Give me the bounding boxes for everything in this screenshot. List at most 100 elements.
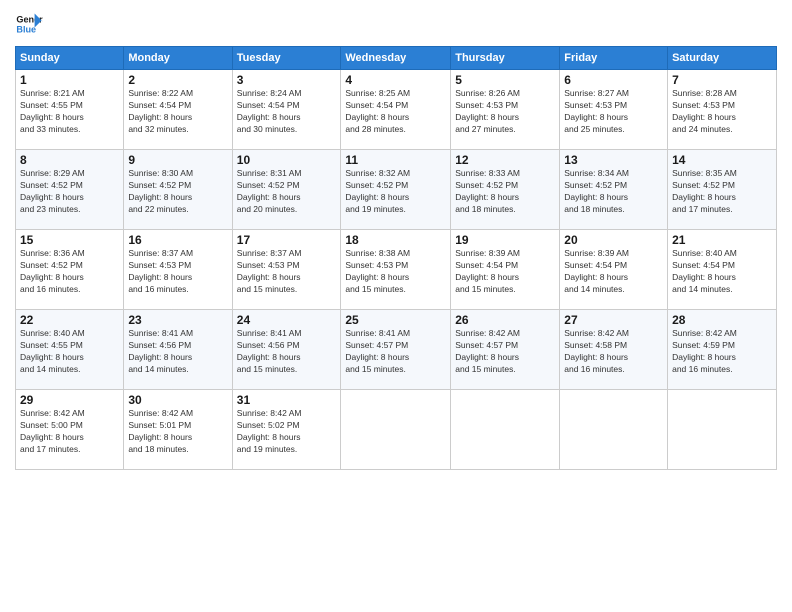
day-number: 20 <box>564 233 663 247</box>
day-info: Sunrise: 8:40 AMSunset: 4:55 PMDaylight:… <box>20 328 119 376</box>
calendar-cell: 28Sunrise: 8:42 AMSunset: 4:59 PMDayligh… <box>668 310 777 390</box>
day-number: 10 <box>237 153 337 167</box>
calendar-cell: 23Sunrise: 8:41 AMSunset: 4:56 PMDayligh… <box>124 310 232 390</box>
day-info: Sunrise: 8:35 AMSunset: 4:52 PMDaylight:… <box>672 168 772 216</box>
calendar-cell <box>451 390 560 470</box>
calendar-cell: 26Sunrise: 8:42 AMSunset: 4:57 PMDayligh… <box>451 310 560 390</box>
day-number: 16 <box>128 233 227 247</box>
calendar-cell: 21Sunrise: 8:40 AMSunset: 4:54 PMDayligh… <box>668 230 777 310</box>
day-info: Sunrise: 8:21 AMSunset: 4:55 PMDaylight:… <box>20 88 119 136</box>
day-number: 29 <box>20 393 119 407</box>
weekday-header: Wednesday <box>341 47 451 70</box>
day-number: 9 <box>128 153 227 167</box>
day-info: Sunrise: 8:37 AMSunset: 4:53 PMDaylight:… <box>128 248 227 296</box>
calendar-cell: 17Sunrise: 8:37 AMSunset: 4:53 PMDayligh… <box>232 230 341 310</box>
calendar-week-row: 1Sunrise: 8:21 AMSunset: 4:55 PMDaylight… <box>16 70 777 150</box>
calendar-cell: 10Sunrise: 8:31 AMSunset: 4:52 PMDayligh… <box>232 150 341 230</box>
day-info: Sunrise: 8:36 AMSunset: 4:52 PMDaylight:… <box>20 248 119 296</box>
weekday-header: Friday <box>560 47 668 70</box>
calendar-cell: 31Sunrise: 8:42 AMSunset: 5:02 PMDayligh… <box>232 390 341 470</box>
weekday-header: Tuesday <box>232 47 341 70</box>
logo-icon: General Blue <box>15 10 43 38</box>
calendar-cell: 4Sunrise: 8:25 AMSunset: 4:54 PMDaylight… <box>341 70 451 150</box>
logo: General Blue <box>15 10 43 38</box>
weekday-header: Monday <box>124 47 232 70</box>
day-info: Sunrise: 8:42 AMSunset: 5:01 PMDaylight:… <box>128 408 227 456</box>
day-info: Sunrise: 8:32 AMSunset: 4:52 PMDaylight:… <box>345 168 446 216</box>
calendar-cell: 19Sunrise: 8:39 AMSunset: 4:54 PMDayligh… <box>451 230 560 310</box>
calendar-cell: 9Sunrise: 8:30 AMSunset: 4:52 PMDaylight… <box>124 150 232 230</box>
calendar-container: General Blue SundayMondayTuesdayWednesda… <box>0 0 792 612</box>
calendar-week-row: 8Sunrise: 8:29 AMSunset: 4:52 PMDaylight… <box>16 150 777 230</box>
calendar-week-row: 29Sunrise: 8:42 AMSunset: 5:00 PMDayligh… <box>16 390 777 470</box>
calendar-cell: 7Sunrise: 8:28 AMSunset: 4:53 PMDaylight… <box>668 70 777 150</box>
day-info: Sunrise: 8:25 AMSunset: 4:54 PMDaylight:… <box>345 88 446 136</box>
calendar-cell: 1Sunrise: 8:21 AMSunset: 4:55 PMDaylight… <box>16 70 124 150</box>
day-number: 22 <box>20 313 119 327</box>
day-info: Sunrise: 8:41 AMSunset: 4:56 PMDaylight:… <box>128 328 227 376</box>
calendar-cell: 13Sunrise: 8:34 AMSunset: 4:52 PMDayligh… <box>560 150 668 230</box>
day-number: 18 <box>345 233 446 247</box>
day-number: 1 <box>20 73 119 87</box>
day-number: 23 <box>128 313 227 327</box>
day-info: Sunrise: 8:30 AMSunset: 4:52 PMDaylight:… <box>128 168 227 216</box>
day-number: 3 <box>237 73 337 87</box>
day-info: Sunrise: 8:37 AMSunset: 4:53 PMDaylight:… <box>237 248 337 296</box>
calendar-cell: 20Sunrise: 8:39 AMSunset: 4:54 PMDayligh… <box>560 230 668 310</box>
day-info: Sunrise: 8:26 AMSunset: 4:53 PMDaylight:… <box>455 88 555 136</box>
day-info: Sunrise: 8:42 AMSunset: 4:59 PMDaylight:… <box>672 328 772 376</box>
day-info: Sunrise: 8:28 AMSunset: 4:53 PMDaylight:… <box>672 88 772 136</box>
day-number: 24 <box>237 313 337 327</box>
weekday-header: Saturday <box>668 47 777 70</box>
weekday-header: Thursday <box>451 47 560 70</box>
calendar-cell: 16Sunrise: 8:37 AMSunset: 4:53 PMDayligh… <box>124 230 232 310</box>
day-number: 7 <box>672 73 772 87</box>
day-number: 25 <box>345 313 446 327</box>
calendar-cell <box>341 390 451 470</box>
day-info: Sunrise: 8:29 AMSunset: 4:52 PMDaylight:… <box>20 168 119 216</box>
calendar-cell <box>668 390 777 470</box>
calendar-header-row: SundayMondayTuesdayWednesdayThursdayFrid… <box>16 47 777 70</box>
calendar-cell: 11Sunrise: 8:32 AMSunset: 4:52 PMDayligh… <box>341 150 451 230</box>
day-info: Sunrise: 8:41 AMSunset: 4:56 PMDaylight:… <box>237 328 337 376</box>
calendar-cell: 2Sunrise: 8:22 AMSunset: 4:54 PMDaylight… <box>124 70 232 150</box>
calendar-week-row: 15Sunrise: 8:36 AMSunset: 4:52 PMDayligh… <box>16 230 777 310</box>
svg-text:Blue: Blue <box>16 24 36 34</box>
calendar-cell: 30Sunrise: 8:42 AMSunset: 5:01 PMDayligh… <box>124 390 232 470</box>
day-number: 30 <box>128 393 227 407</box>
day-info: Sunrise: 8:22 AMSunset: 4:54 PMDaylight:… <box>128 88 227 136</box>
day-info: Sunrise: 8:39 AMSunset: 4:54 PMDaylight:… <box>564 248 663 296</box>
day-info: Sunrise: 8:40 AMSunset: 4:54 PMDaylight:… <box>672 248 772 296</box>
calendar-cell: 27Sunrise: 8:42 AMSunset: 4:58 PMDayligh… <box>560 310 668 390</box>
calendar-cell: 5Sunrise: 8:26 AMSunset: 4:53 PMDaylight… <box>451 70 560 150</box>
day-info: Sunrise: 8:38 AMSunset: 4:53 PMDaylight:… <box>345 248 446 296</box>
day-info: Sunrise: 8:41 AMSunset: 4:57 PMDaylight:… <box>345 328 446 376</box>
calendar-cell: 12Sunrise: 8:33 AMSunset: 4:52 PMDayligh… <box>451 150 560 230</box>
calendar-cell: 8Sunrise: 8:29 AMSunset: 4:52 PMDaylight… <box>16 150 124 230</box>
header: General Blue <box>15 10 777 38</box>
calendar-cell: 24Sunrise: 8:41 AMSunset: 4:56 PMDayligh… <box>232 310 341 390</box>
day-number: 12 <box>455 153 555 167</box>
day-number: 8 <box>20 153 119 167</box>
calendar-cell: 22Sunrise: 8:40 AMSunset: 4:55 PMDayligh… <box>16 310 124 390</box>
day-number: 2 <box>128 73 227 87</box>
calendar-week-row: 22Sunrise: 8:40 AMSunset: 4:55 PMDayligh… <box>16 310 777 390</box>
day-number: 11 <box>345 153 446 167</box>
day-number: 14 <box>672 153 772 167</box>
day-number: 6 <box>564 73 663 87</box>
weekday-header: Sunday <box>16 47 124 70</box>
day-info: Sunrise: 8:42 AMSunset: 5:02 PMDaylight:… <box>237 408 337 456</box>
day-number: 19 <box>455 233 555 247</box>
calendar-cell: 29Sunrise: 8:42 AMSunset: 5:00 PMDayligh… <box>16 390 124 470</box>
day-info: Sunrise: 8:42 AMSunset: 5:00 PMDaylight:… <box>20 408 119 456</box>
calendar-cell: 25Sunrise: 8:41 AMSunset: 4:57 PMDayligh… <box>341 310 451 390</box>
day-info: Sunrise: 8:24 AMSunset: 4:54 PMDaylight:… <box>237 88 337 136</box>
day-info: Sunrise: 8:42 AMSunset: 4:57 PMDaylight:… <box>455 328 555 376</box>
day-number: 5 <box>455 73 555 87</box>
calendar-cell: 3Sunrise: 8:24 AMSunset: 4:54 PMDaylight… <box>232 70 341 150</box>
day-info: Sunrise: 8:31 AMSunset: 4:52 PMDaylight:… <box>237 168 337 216</box>
day-info: Sunrise: 8:42 AMSunset: 4:58 PMDaylight:… <box>564 328 663 376</box>
day-info: Sunrise: 8:39 AMSunset: 4:54 PMDaylight:… <box>455 248 555 296</box>
calendar-cell: 15Sunrise: 8:36 AMSunset: 4:52 PMDayligh… <box>16 230 124 310</box>
calendar-cell <box>560 390 668 470</box>
